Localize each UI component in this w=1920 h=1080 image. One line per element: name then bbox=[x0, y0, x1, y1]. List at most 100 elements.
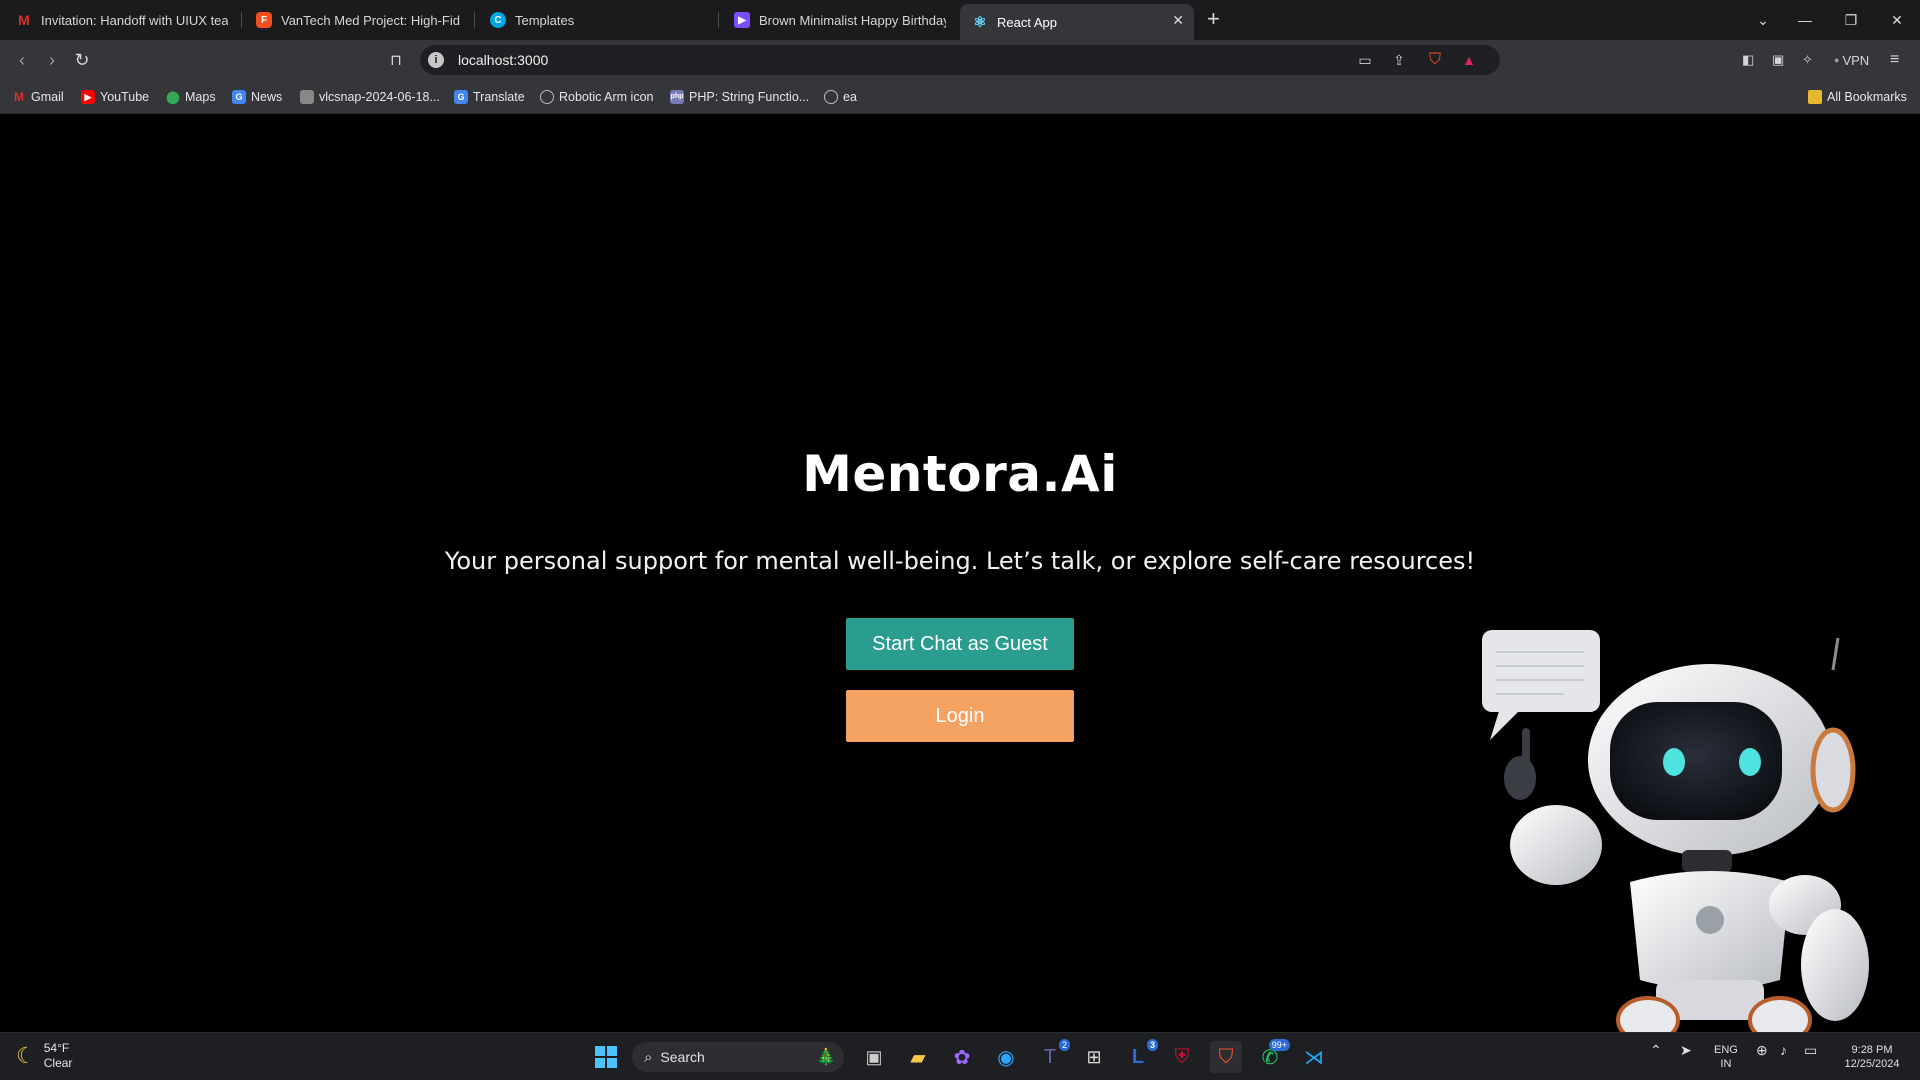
bookmark-maps[interactable]: ⬤ Maps bbox=[166, 88, 215, 106]
bookmark-ea[interactable]: ea bbox=[824, 88, 857, 106]
bookmark-youtube[interactable]: ▶ YouTube bbox=[81, 88, 149, 106]
windows-start-icon[interactable] bbox=[590, 1041, 622, 1073]
tab-templates[interactable]: C Templates bbox=[478, 5, 714, 35]
battery-icon[interactable]: ▭ bbox=[1804, 1043, 1817, 1057]
image-icon bbox=[300, 90, 314, 104]
menu-icon[interactable]: ≡ bbox=[1890, 50, 1899, 70]
url-text[interactable]: localhost:3000 bbox=[458, 52, 548, 68]
taskbar-search[interactable]: ⌕ Search 🎄 bbox=[632, 1042, 844, 1072]
clock-time: 9:28 PM bbox=[1851, 1044, 1893, 1056]
whatsapp-badge: 99+ bbox=[1268, 1039, 1290, 1051]
all-bookmarks-label: All Bookmarks bbox=[1827, 90, 1907, 104]
language-code: ENG bbox=[1714, 1044, 1738, 1056]
file-explorer-icon[interactable]: ▰ bbox=[902, 1041, 934, 1073]
restore-button[interactable]: ❐ bbox=[1828, 0, 1874, 40]
browser-toolbar: ‹ › ↻ ⊓ i localhost:3000 ▭ ⇪ ⛉ ▲ ◧ ▣ ✧ ●… bbox=[0, 40, 1920, 80]
language-indicator[interactable]: ENG IN bbox=[1714, 1043, 1738, 1071]
tab-divider bbox=[718, 12, 719, 28]
holiday-decoration-icon: 🎄 bbox=[816, 1049, 836, 1066]
video-icon: ▶ bbox=[734, 12, 750, 28]
weather-widget[interactable]: ☾ 54°F Clear bbox=[16, 1041, 72, 1071]
cast-icon[interactable]: ▭ bbox=[1356, 51, 1374, 69]
brave-icon[interactable]: ⛉ bbox=[1210, 1041, 1242, 1073]
minimize-button[interactable]: — bbox=[1782, 0, 1828, 40]
store-icon[interactable]: ⊞ bbox=[1078, 1041, 1110, 1073]
close-tab-icon[interactable]: ✕ bbox=[1172, 12, 1184, 29]
region-code: IN bbox=[1720, 1058, 1732, 1070]
globe-icon bbox=[540, 90, 554, 104]
volume-icon[interactable]: ♪ bbox=[1780, 1043, 1787, 1057]
tab-label: Templates bbox=[515, 12, 575, 28]
wallet-icon[interactable]: ▣ bbox=[1772, 50, 1784, 70]
leo-ai-icon[interactable]: ✧ bbox=[1802, 50, 1813, 70]
teams-icon[interactable]: T 2 bbox=[1034, 1039, 1070, 1073]
tab-label: VanTech Med Project: High-Fidelity bbox=[281, 12, 460, 28]
search-icon: ⌕ bbox=[644, 1048, 653, 1066]
windows-taskbar: ☾ 54°F Clear ⌕ Search 🎄 ▣ ▰ ✿ ◉ T 2 ⊞ L … bbox=[0, 1032, 1920, 1080]
bookmark-vlcsnap[interactable]: vlcsnap-2024-06-18... bbox=[300, 88, 440, 106]
bookmark-translate[interactable]: G Translate bbox=[454, 88, 525, 106]
translate-icon: G bbox=[454, 90, 468, 104]
tab-react-app[interactable]: ⚛ React App ✕ bbox=[960, 4, 1194, 40]
brave-rewards-icon[interactable]: ▲ bbox=[1460, 51, 1478, 69]
bookmark-label: YouTube bbox=[100, 90, 150, 104]
globe-icon bbox=[824, 90, 838, 104]
copilot-icon[interactable]: ✿ bbox=[946, 1041, 978, 1073]
tab-search-icon[interactable]: ⌄ bbox=[1740, 0, 1786, 40]
mcafee-icon[interactable]: ⛨ bbox=[1166, 1041, 1198, 1073]
clock[interactable]: 9:28 PM 12/25/2024 bbox=[1832, 1043, 1912, 1071]
bookmarks-bar: M Gmail ▶ YouTube ⬤ Maps G News vlcsnap-… bbox=[0, 80, 1920, 114]
tab-figma[interactable]: F VanTech Med Project: High-Fidelity bbox=[244, 5, 472, 35]
teams-badge: 2 bbox=[1058, 1039, 1070, 1051]
folder-icon bbox=[1808, 90, 1822, 104]
canva-icon: C bbox=[490, 12, 506, 28]
whatsapp-icon[interactable]: ✆ 99+ bbox=[1254, 1039, 1290, 1073]
moon-icon: ☾ bbox=[16, 1043, 36, 1068]
tab-gmail[interactable]: M Invitation: Handoff with UIUX team bbox=[4, 5, 240, 35]
php-icon: php bbox=[670, 90, 684, 104]
edge-icon[interactable]: ◉ bbox=[990, 1041, 1022, 1073]
lens-icon[interactable]: L 3 bbox=[1122, 1039, 1158, 1073]
bookmark-news[interactable]: G News bbox=[232, 88, 282, 106]
tab-label: Brown Minimalist Happy Birthday M bbox=[759, 12, 946, 28]
reload-icon[interactable]: ↻ bbox=[70, 48, 94, 72]
clock-date: 12/25/2024 bbox=[1844, 1058, 1900, 1070]
bookmark-label: vlcsnap-2024-06-18... bbox=[319, 90, 440, 104]
news-icon: G bbox=[232, 90, 246, 104]
tab-label: React App bbox=[997, 14, 1057, 30]
share-icon[interactable]: ⇪ bbox=[1390, 51, 1408, 69]
location-icon[interactable]: ➤ bbox=[1680, 1043, 1692, 1057]
address-bar[interactable]: i localhost:3000 ▭ ⇪ ⛉ ▲ bbox=[420, 45, 1500, 75]
vpn-button[interactable]: ● VPN bbox=[1834, 50, 1869, 70]
weather-desc: Clear bbox=[43, 1056, 73, 1070]
tab-label: Invitation: Handoff with UIUX team bbox=[41, 12, 228, 28]
close-window-button[interactable]: ✕ bbox=[1874, 0, 1920, 40]
forward-icon[interactable]: › bbox=[40, 48, 64, 72]
site-info-icon[interactable]: i bbox=[428, 52, 444, 68]
bookmark-label: Translate bbox=[473, 90, 525, 104]
bookmark-robotic-arm[interactable]: Robotic Arm icon bbox=[540, 88, 653, 106]
network-icon[interactable]: ⊕ bbox=[1756, 1043, 1768, 1057]
tab-divider bbox=[241, 12, 242, 28]
show-hidden-icons-icon[interactable]: ⌃ bbox=[1650, 1043, 1662, 1057]
gmail-icon: M bbox=[18, 12, 30, 28]
gmail-icon: M bbox=[14, 90, 24, 104]
back-icon[interactable]: ‹ bbox=[10, 48, 34, 72]
tab-birthday[interactable]: ▶ Brown Minimalist Happy Birthday M bbox=[722, 5, 958, 35]
vpn-label: VPN bbox=[1842, 52, 1870, 68]
bookmark-icon[interactable]: ⊓ bbox=[384, 48, 408, 72]
bookmark-gmail[interactable]: M Gmail bbox=[12, 88, 64, 106]
all-bookmarks-button[interactable]: All Bookmarks bbox=[1808, 88, 1907, 106]
sidebar-icon[interactable]: ◧ bbox=[1742, 50, 1754, 70]
tab-strip: M Invitation: Handoff with UIUX team F V… bbox=[0, 0, 1920, 40]
vpn-status-icon: ● bbox=[1834, 55, 1840, 65]
bookmark-label: ea bbox=[843, 90, 857, 104]
search-placeholder: Search bbox=[660, 1049, 705, 1065]
bookmark-php[interactable]: php PHP: String Functio... bbox=[670, 88, 809, 106]
start-chat-guest-button[interactable]: Start Chat as Guest bbox=[846, 618, 1074, 670]
vscode-icon[interactable]: ⋊ bbox=[1298, 1041, 1330, 1073]
brave-shield-icon[interactable]: ⛉ bbox=[1426, 51, 1444, 69]
task-view-icon[interactable]: ▣ bbox=[858, 1041, 890, 1073]
login-button[interactable]: Login bbox=[846, 690, 1074, 742]
new-tab-button[interactable]: + bbox=[1207, 6, 1220, 32]
